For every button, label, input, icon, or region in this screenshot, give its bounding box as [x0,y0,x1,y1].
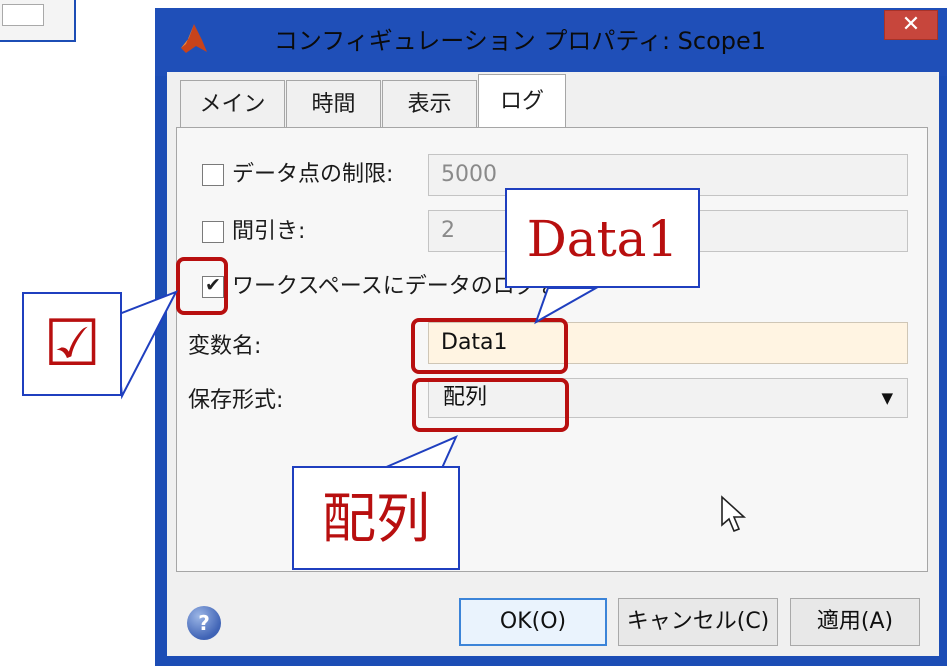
data1-callout: Data1 [505,188,700,288]
callout-tails [112,287,600,469]
format-callout: 配列 [292,466,460,570]
checkbox-callout: ☑ [22,292,122,396]
